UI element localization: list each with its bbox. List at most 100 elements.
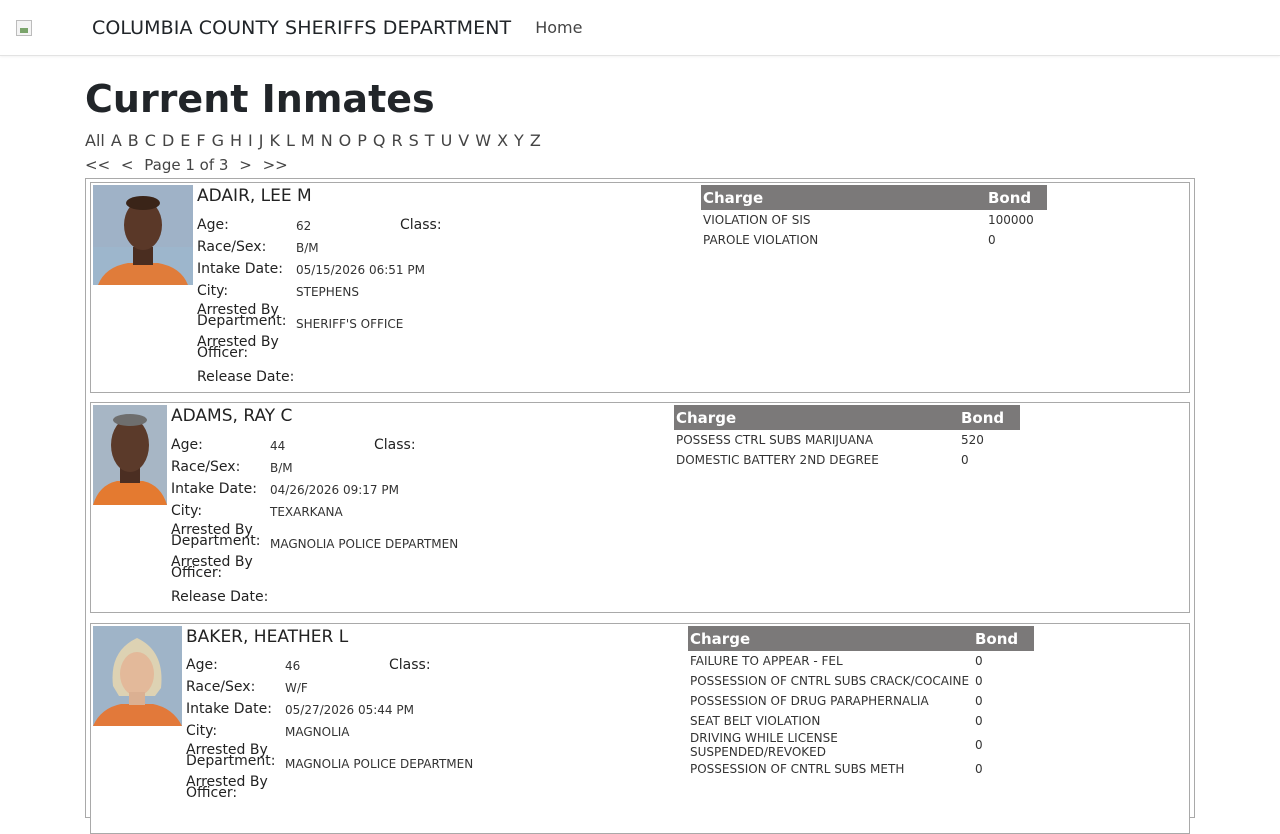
- letter-filter-link[interactable]: Y: [514, 131, 524, 150]
- charge-row: PAROLE VIOLATION 0: [701, 230, 1047, 250]
- letter-filter-link[interactable]: N: [321, 131, 333, 150]
- inmate-photo[interactable]: [93, 626, 182, 726]
- charge-row: FAILURE TO APPEAR - FEL 0: [688, 651, 1034, 671]
- arrested-by-officer-label: Arrested By Officer:: [171, 555, 253, 580]
- inmate-card: ADAIR, LEE M Age: 62 Class: Race/Sex: B/…: [90, 182, 1190, 393]
- inmate-photo[interactable]: [93, 405, 167, 505]
- arrested-by-department-label: Arrested By Department:: [186, 743, 275, 768]
- bond-amount: 0: [988, 233, 996, 247]
- inmate-card: ADAMS, RAY C Age: 44 Class: Race/Sex: B/…: [90, 402, 1190, 613]
- site-brand-link[interactable]: COLUMBIA COUNTY SHERIFFS DEPARTMENT: [92, 17, 511, 39]
- broken-logo-image-icon[interactable]: [16, 19, 32, 36]
- alphabet-filter: All A B C D E F G H I J K L M N O P Q R S T U V W X Y Z: [85, 131, 547, 150]
- arrested-by-officer-label: Arrested By Officer:: [186, 775, 268, 800]
- bond-amount: 100000: [988, 213, 1034, 227]
- charge-row: POSSESSION OF CNTRL SUBS METH 0: [688, 759, 1034, 779]
- letter-filter-link[interactable]: E: [180, 131, 190, 150]
- race-sex-value: B/M: [270, 461, 293, 475]
- class-label: Class:: [389, 657, 431, 673]
- charge-column-header: Charge: [688, 626, 973, 651]
- letter-filter-link[interactable]: K: [269, 131, 280, 150]
- age-value: 46: [285, 659, 301, 673]
- charges-header-row: Charge Bond: [688, 626, 1034, 651]
- charge-column-header: Charge: [674, 405, 959, 430]
- letter-filter-link[interactable]: R: [392, 131, 403, 150]
- inmate-name: ADAMS, RAY C: [171, 406, 293, 426]
- inmate-photo[interactable]: [93, 185, 193, 285]
- bond-column-header: Bond: [973, 626, 1034, 651]
- class-label: Class:: [374, 437, 416, 453]
- intake-date-label: Intake Date:: [197, 261, 283, 277]
- page-indicator: Page 1 of 3: [144, 156, 229, 174]
- city-value: MAGNOLIA: [285, 725, 350, 739]
- charge-row: VIOLATION OF SIS 100000: [701, 210, 1047, 230]
- letter-filter-link[interactable]: L: [286, 131, 295, 150]
- letter-filter-link[interactable]: T: [425, 131, 435, 150]
- race-sex-value: B/M: [296, 241, 319, 255]
- letter-filter-link[interactable]: M: [301, 131, 315, 150]
- letter-filter-link[interactable]: I: [248, 131, 253, 150]
- race-sex-label: Race/Sex:: [171, 459, 241, 475]
- charge-row: DOMESTIC BATTERY 2ND DEGREE 0: [674, 450, 1020, 470]
- letter-filter-link[interactable]: W: [475, 131, 491, 150]
- letter-filter-link[interactable]: S: [409, 131, 419, 150]
- department-value: SHERIFF'S OFFICE: [296, 317, 404, 331]
- arrested-by-officer-label: Arrested By Officer:: [197, 335, 279, 360]
- letter-filter-link[interactable]: J: [259, 131, 264, 150]
- letter-filter-link[interactable]: G: [212, 131, 224, 150]
- age-label: Age:: [171, 437, 203, 453]
- inmate-name: BAKER, HEATHER L: [186, 627, 349, 647]
- class-label: Class:: [400, 217, 442, 233]
- charge-name: DOMESTIC BATTERY 2ND DEGREE: [676, 453, 879, 467]
- letter-filter-link[interactable]: C: [145, 131, 156, 150]
- intake-date-value: 05/15/2026 06:51 PM: [296, 263, 425, 277]
- charges-header-row: Charge Bond: [674, 405, 1020, 430]
- letter-filter-link[interactable]: H: [230, 131, 242, 150]
- last-page-link[interactable]: >>: [263, 156, 288, 174]
- next-page-link[interactable]: >: [239, 156, 252, 174]
- release-date-label: Release Date:: [171, 589, 269, 605]
- letter-filter-link[interactable]: X: [497, 131, 508, 150]
- page-title: Current Inmates: [85, 77, 435, 121]
- charge-name: PAROLE VIOLATION: [703, 233, 819, 247]
- letter-filter-link[interactable]: B: [128, 131, 139, 150]
- city-value: TEXARKANA: [270, 505, 343, 519]
- letter-filter-link[interactable]: U: [441, 131, 453, 150]
- charges-header-row: Charge Bond: [701, 185, 1047, 210]
- bond-amount: 0: [975, 714, 983, 728]
- bond-amount: 0: [975, 694, 983, 708]
- city-value: STEPHENS: [296, 285, 359, 299]
- bond-amount: 0: [961, 453, 969, 467]
- race-sex-label: Race/Sex:: [197, 239, 267, 255]
- charges-table: Charge Bond FAILURE TO APPEAR - FEL 0 POS…: [688, 626, 1034, 779]
- bond-column-header: Bond: [959, 405, 1020, 430]
- letter-filter-link[interactable]: V: [458, 131, 469, 150]
- charge-name: FAILURE TO APPEAR - FEL: [690, 654, 843, 668]
- letter-filter-link[interactable]: P: [357, 131, 367, 150]
- inmate-list: ADAIR, LEE M Age: 62 Class: Race/Sex: B/…: [85, 178, 1195, 834]
- charge-name: DRIVING WHILE LICENSE SUSPENDED/REVOKED: [690, 731, 838, 759]
- department-text: Department:: [197, 313, 287, 329]
- letter-filter-link[interactable]: Z: [530, 131, 541, 150]
- department-value: MAGNOLIA POLICE DEPARTMEN: [285, 757, 474, 771]
- department-value: MAGNOLIA POLICE DEPARTMEN: [270, 537, 459, 551]
- charge-name: POSSESSION OF DRUG PARAPHERNALIA: [690, 694, 929, 708]
- age-value: 62: [296, 219, 312, 233]
- city-label: City:: [197, 283, 229, 299]
- charge-name: POSSESSION OF CNTRL SUBS METH: [690, 762, 905, 776]
- nav-home-link[interactable]: Home: [535, 18, 582, 37]
- letter-filter-link[interactable]: Q: [373, 131, 386, 150]
- prev-page-link[interactable]: <: [121, 156, 134, 174]
- letter-filter-link[interactable]: D: [162, 131, 174, 150]
- bond-amount: 0: [975, 674, 983, 688]
- first-page-link[interactable]: <<: [85, 156, 110, 174]
- letter-filter-link[interactable]: O: [339, 131, 352, 150]
- intake-date-label: Intake Date:: [171, 481, 257, 497]
- intake-date-value: 05/27/2026 05:44 PM: [285, 703, 414, 717]
- race-sex-label: Race/Sex:: [186, 679, 256, 695]
- letter-filter-link[interactable]: A: [111, 131, 122, 150]
- bond-amount: 0: [975, 654, 983, 668]
- letter-filter-link[interactable]: F: [196, 131, 205, 150]
- arrested-by-department-label: Arrested By Department:: [197, 303, 287, 329]
- letter-filter-link[interactable]: All: [85, 131, 105, 150]
